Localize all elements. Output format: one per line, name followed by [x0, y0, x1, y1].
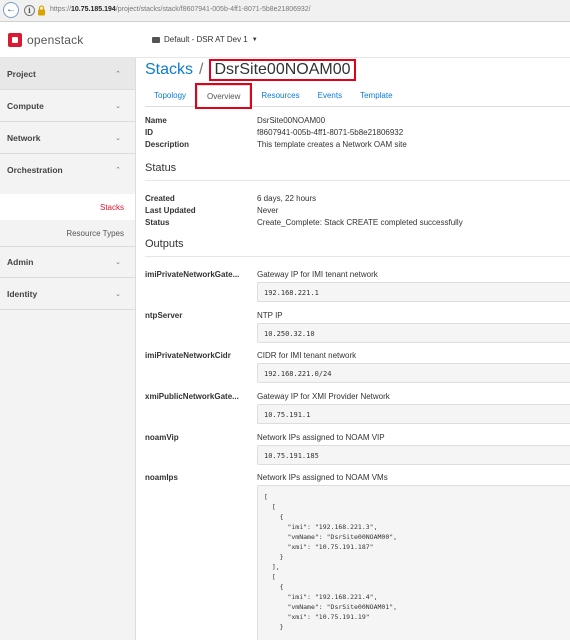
- stack-id-value: f8607941-005b-4ff1-8071-5b8e21806932: [257, 128, 404, 137]
- output-key: xmiPublicNetworkGate...: [145, 392, 239, 401]
- chevron-down-icon: ⌄: [115, 102, 121, 110]
- chevron-up-icon: ⌃: [115, 167, 121, 174]
- brand-text: openstack: [27, 33, 84, 47]
- output-value: 10.250.32.10: [257, 323, 570, 343]
- tab-events[interactable]: Events: [309, 85, 351, 107]
- output-value: 192.168.221.1: [257, 282, 570, 302]
- caret-down-icon: ▼: [251, 36, 258, 43]
- openstack-logo-icon: [8, 33, 22, 47]
- sidebar-label: Admin: [7, 257, 34, 267]
- output-key: imiPrivateNetworkCidr: [145, 351, 231, 360]
- main-content: Stacks / DsrSite00NOAM00 Topology Overvi…: [145, 58, 570, 640]
- sidebar-section-admin[interactable]: Admin ⌄: [0, 246, 135, 278]
- address-bar[interactable]: https://10.75.185.194/project/stacks/sta…: [50, 6, 311, 13]
- detail-label: Last Updated: [145, 206, 196, 215]
- detail-label: Status: [145, 218, 170, 227]
- stack-name-value: DsrSite00NOAM00: [257, 116, 326, 125]
- output-description: NTP IP: [257, 311, 283, 320]
- sidebar-item-stacks[interactable]: Stacks: [0, 194, 135, 220]
- url-scheme: https://: [50, 6, 72, 13]
- top-navbar: openstack Default - DSR AT Dev 1 ▼: [0, 22, 570, 58]
- page-title: Stacks / DsrSite00NOAM00: [145, 58, 356, 82]
- tab-topology[interactable]: Topology: [145, 85, 195, 107]
- back-arrow-icon[interactable]: ←: [3, 2, 19, 18]
- breadcrumb-stacks[interactable]: Stacks: [145, 61, 193, 79]
- tab-bar: Topology Overview Resources Events Templ…: [145, 83, 570, 109]
- output-key: noamIps: [145, 473, 178, 482]
- status-details: Created 6 days, 22 hours Last Updated Neve…: [145, 193, 463, 229]
- url-host: 10.75.185.194: [71, 6, 116, 13]
- divider: [145, 256, 570, 257]
- browser-toolbar: ← i https://10.75.185.194/project/stacks…: [0, 0, 570, 22]
- tab-template[interactable]: Template: [351, 85, 401, 107]
- output-key: imiPrivateNetworkGate...: [145, 270, 240, 279]
- url-path: /project/stacks/stack/f8607941-005b-4ff1…: [115, 6, 311, 13]
- sidebar-item-resource-types[interactable]: Resource Types: [0, 220, 135, 246]
- output-description: Gateway IP for IMI tenant network: [257, 270, 378, 279]
- sidebar: Project ⌃ Compute ⌄ Network ⌄ Orchestrat…: [0, 58, 136, 640]
- sidebar-section-identity[interactable]: Identity ⌄: [0, 278, 135, 310]
- divider: [145, 180, 570, 181]
- sidebar-section-project[interactable]: Project ⌃: [0, 58, 135, 90]
- project-picker-label: Default - DSR AT Dev 1: [164, 35, 248, 44]
- tab-resources[interactable]: Resources: [252, 85, 308, 107]
- chevron-down-icon: ⌄: [115, 259, 121, 266]
- output-description: Network IPs assigned to NOAM VIP: [257, 433, 385, 442]
- tab-overview[interactable]: Overview: [195, 83, 253, 109]
- chevron-up-icon: ⌃: [115, 70, 121, 78]
- chevron-down-icon: ⌄: [115, 134, 121, 142]
- created-value: 6 days, 22 hours: [257, 194, 317, 203]
- stack-details: Name DsrSite00NOAM00 ID f8607941-005b-4ff1…: [145, 115, 407, 151]
- output-key: ntpServer: [145, 311, 183, 320]
- sidebar-section-orchestration[interactable]: Orchestration ⌃: [0, 154, 135, 186]
- detail-label: ID: [145, 128, 153, 137]
- output-description: CIDR for IMI tenant network: [257, 351, 357, 360]
- output-key: noamVip: [145, 433, 179, 442]
- status-heading: Status: [145, 162, 177, 174]
- sidebar-label: Network: [7, 132, 41, 143]
- sidebar-label: Orchestration: [7, 165, 63, 175]
- output-value: 10.75.191.1: [257, 404, 570, 424]
- detail-label: Name: [145, 116, 167, 125]
- sidebar-label: Compute: [7, 100, 44, 111]
- info-icon[interactable]: i: [24, 5, 35, 16]
- outputs-heading: Outputs: [145, 238, 184, 250]
- output-value: 10.75.191.185: [257, 445, 570, 465]
- stack-description-value: This template creates a Network OAM site: [257, 140, 407, 149]
- chevron-down-icon: ⌄: [115, 290, 121, 298]
- output-json-value: [ [ { "imi": "192.168.221.3", "vmName": …: [257, 485, 570, 640]
- sidebar-label: Project: [7, 68, 36, 79]
- sidebar-section-network[interactable]: Network ⌄: [0, 122, 135, 154]
- stack-name-heading: DsrSite00NOAM00: [209, 59, 356, 81]
- openstack-logo[interactable]: openstack: [8, 32, 84, 48]
- sidebar-section-compute[interactable]: Compute ⌄: [0, 90, 135, 122]
- project-picker[interactable]: Default - DSR AT Dev 1 ▼: [152, 35, 258, 44]
- output-description: Network IPs assigned to NOAM VMs: [257, 473, 388, 482]
- output-description: Gateway IP for XMI Provider Network: [257, 392, 390, 401]
- last-updated-value: Never: [257, 206, 279, 215]
- detail-label: Created: [145, 194, 175, 203]
- breadcrumb-separator: /: [199, 61, 204, 78]
- project-icon: [152, 36, 160, 43]
- lock-icon: [38, 5, 45, 16]
- sidebar-label: Identity: [7, 288, 38, 299]
- status-value: Create_Complete: Stack CREATE completed …: [257, 218, 463, 227]
- output-value: 192.168.221.0/24: [257, 363, 570, 383]
- detail-label: Description: [145, 140, 190, 149]
